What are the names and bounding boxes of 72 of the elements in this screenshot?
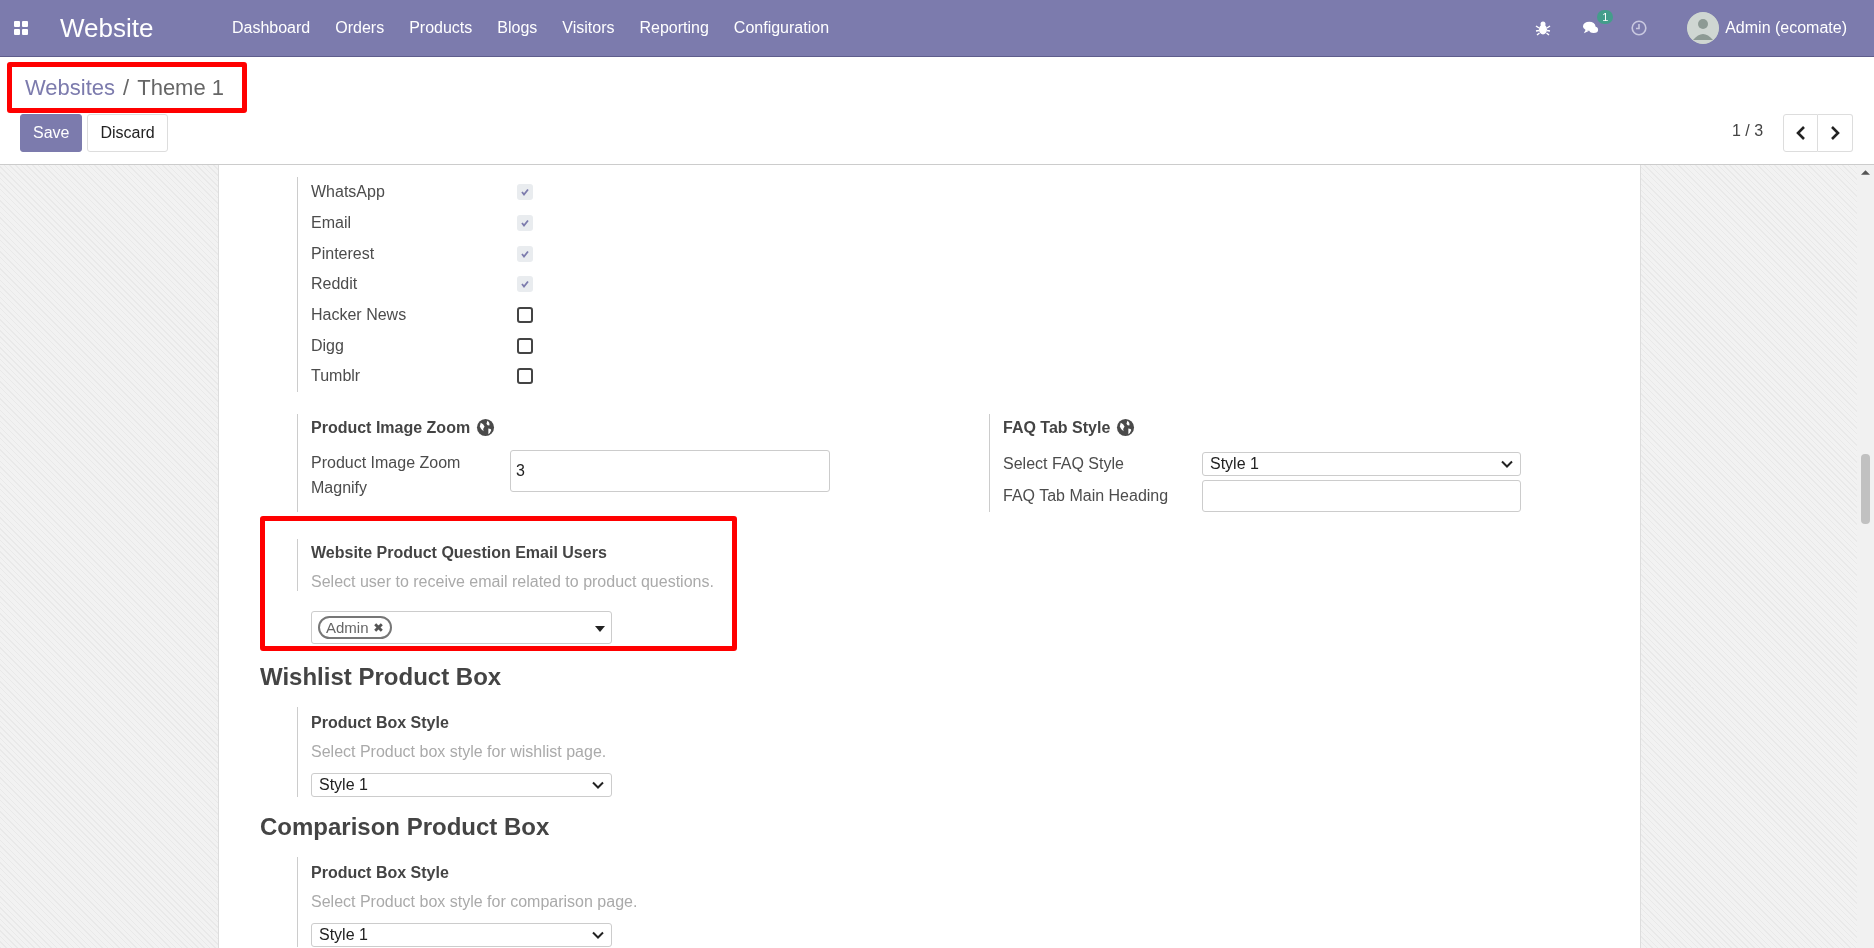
next-button[interactable]	[1818, 114, 1853, 152]
field-label: FAQ Tab Main Heading	[1003, 486, 1170, 505]
globe-icon	[1116, 418, 1136, 438]
checkbox[interactable]	[517, 215, 533, 232]
menu-item[interactable]: Visitors	[549, 19, 627, 37]
checkbox[interactable]	[517, 245, 533, 262]
save-button[interactable]: Save	[20, 114, 83, 152]
menu-item[interactable]: Blogs	[484, 19, 550, 37]
check-icon	[520, 187, 530, 198]
caret-icon	[595, 626, 605, 633]
checkbox[interactable]	[517, 307, 533, 324]
chevron-right-icon	[1830, 126, 1840, 140]
breadcrumb-link[interactable]: Websites	[25, 74, 116, 101]
user-tag: Admin	[318, 615, 392, 639]
field-description: Select user to receive email related to product questions.	[311, 572, 715, 591]
check-icon	[520, 218, 530, 229]
avatar[interactable]	[1687, 12, 1720, 44]
field-label: Digg	[311, 336, 345, 355]
input-field[interactable]	[1202, 479, 1521, 512]
checkbox[interactable]	[517, 368, 533, 385]
tags-field[interactable]: Admin	[311, 610, 612, 644]
section-title: Product Image Zoom	[311, 418, 471, 437]
select-field[interactable]: Style 1	[311, 922, 612, 947]
field-title: Product Box Style	[311, 712, 450, 733]
previous-button[interactable]	[1783, 114, 1818, 152]
clock-icon[interactable]	[1631, 20, 1648, 36]
breadcrumb-separator: /	[123, 74, 130, 101]
chevron-down-icon	[592, 780, 604, 789]
menu-item[interactable]: Products	[396, 19, 485, 37]
menu-item[interactable]: Orders	[322, 19, 397, 37]
apps-menu-icon[interactable]	[13, 20, 29, 36]
menu-item[interactable]: Configuration	[721, 19, 842, 37]
breadcrumb-current: Theme 1	[137, 74, 225, 101]
discard-button[interactable]: Discard	[87, 114, 168, 152]
app-title[interactable]: Website	[60, 12, 154, 44]
field-label: Tumblr	[311, 367, 362, 386]
user-menu[interactable]: Admin (ecomate)	[1725, 19, 1847, 37]
chevron-down-icon	[592, 930, 604, 939]
scrollbar-thumb[interactable]	[1861, 454, 1870, 524]
chevron-down-icon	[1501, 459, 1513, 468]
notification-badge: 1	[1597, 10, 1614, 24]
section-heading: Wishlist Product Box	[260, 661, 502, 692]
field-label: Reddit	[311, 275, 359, 294]
field-title: Product Box Style	[311, 862, 450, 883]
field-label: Product Image Zoom Magnify	[311, 452, 462, 498]
section-title: Website Product Question Email Users	[311, 542, 608, 563]
field-label: Hacker News	[311, 306, 408, 325]
checkbox[interactable]	[517, 276, 533, 293]
menu-item[interactable]: Dashboard	[219, 19, 323, 37]
remove-icon[interactable]	[372, 621, 384, 633]
checkbox[interactable]	[517, 184, 533, 201]
field-label: Pinterest	[311, 244, 376, 263]
check-icon	[520, 279, 530, 290]
check-icon	[520, 248, 530, 259]
menu-item[interactable]: Reporting	[627, 19, 722, 37]
field-label: Email	[311, 214, 352, 233]
field-label: WhatsApp	[311, 183, 386, 202]
select-field[interactable]: Style 1	[311, 772, 612, 797]
checkbox[interactable]	[517, 337, 533, 354]
field-description: Select Product box style for comparison page.	[311, 892, 639, 911]
pager-counter: 1 / 3	[1732, 122, 1764, 140]
field-description: Select Product box style for wishlist page.	[311, 742, 608, 761]
section-title: FAQ Tab Style	[1003, 418, 1111, 437]
globe-icon	[476, 418, 496, 438]
bug-icon[interactable]	[1535, 20, 1552, 36]
scroll-up-icon[interactable]	[1861, 170, 1870, 175]
section-heading: Comparison Product Box	[260, 811, 550, 842]
field-label: Select FAQ Style	[1003, 454, 1125, 473]
chevron-left-icon	[1795, 126, 1806, 140]
select-field[interactable]: Style 1	[1202, 451, 1521, 476]
chat-icon[interactable]	[1583, 20, 1600, 36]
input-field[interactable]: 3	[510, 449, 830, 492]
